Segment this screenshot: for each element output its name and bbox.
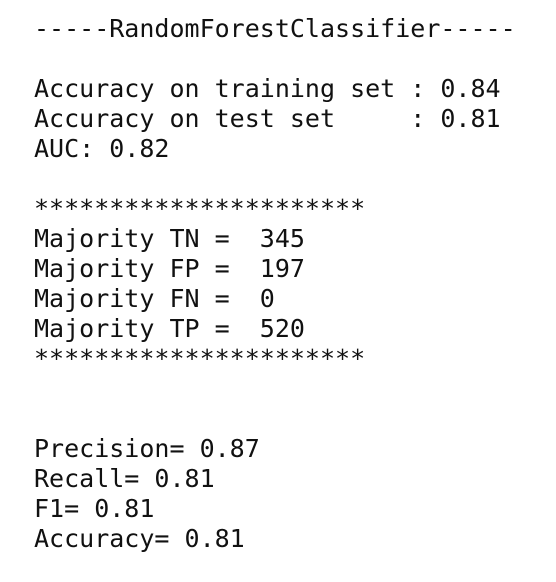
training-accuracy-line: Accuracy on training set : 0.84 — [34, 74, 501, 103]
separator-bottom: ********************** — [34, 344, 366, 373]
precision-line: Precision= 0.87 — [34, 434, 260, 463]
accuracy-line: Accuracy= 0.81 — [34, 524, 245, 553]
console-output: -----RandomForestClassifier----- Accurac… — [34, 14, 550, 554]
majority-fp-line: Majority FP = 197 — [34, 254, 305, 283]
classifier-header: -----RandomForestClassifier----- — [34, 14, 516, 43]
majority-tp-line: Majority TP = 520 — [34, 314, 305, 343]
recall-line: Recall= 0.81 — [34, 464, 215, 493]
auc-line: AUC: 0.82 — [34, 134, 170, 163]
majority-fn-line: Majority FN = 0 — [34, 284, 275, 313]
test-accuracy-line: Accuracy on test set : 0.81 — [34, 104, 501, 133]
separator-top: ********************** — [34, 194, 366, 223]
f1-line: F1= 0.81 — [34, 494, 155, 523]
majority-tn-line: Majority TN = 345 — [34, 224, 305, 253]
